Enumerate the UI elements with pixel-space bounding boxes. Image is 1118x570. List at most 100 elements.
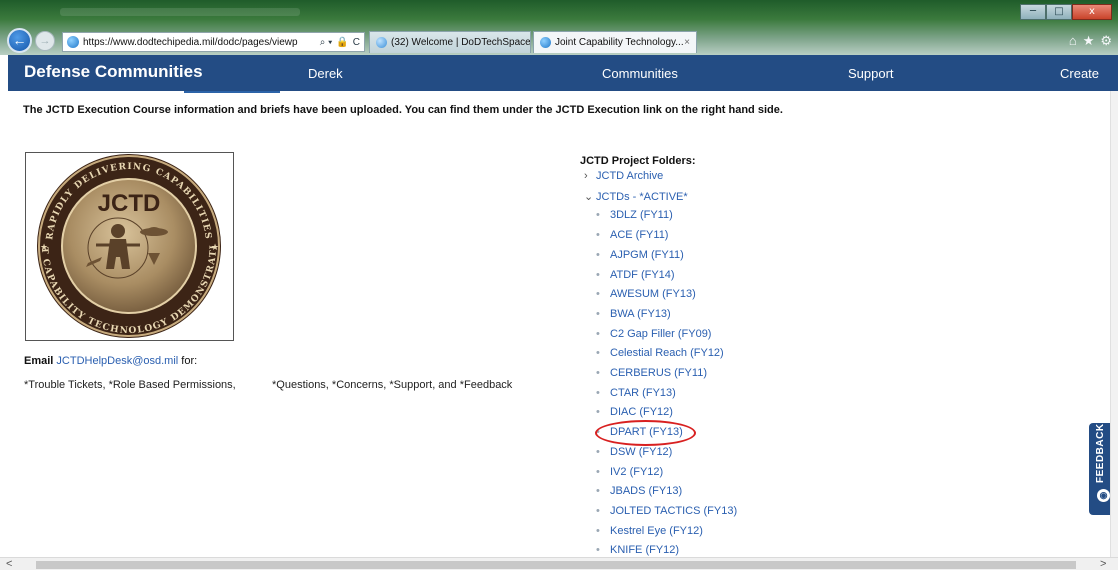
maximize-button[interactable]: □ [1046, 4, 1072, 20]
bullet-icon: • [596, 485, 600, 498]
chevron-right-icon[interactable]: › [584, 170, 596, 182]
contact-reasons-left: *Trouble Tickets, *Role Based Permission… [24, 379, 236, 391]
project-list-item[interactable]: • Celestial Reach (FY12) [596, 347, 724, 359]
project-link[interactable]: IV2 (FY12) [610, 466, 663, 478]
folder-item[interactable]: › JCTD Archive [584, 170, 663, 182]
bullet-icon: • [596, 504, 600, 517]
minimize-button[interactable]: ─ [1020, 4, 1046, 20]
project-list-item[interactable]: • BWA (FY13) [596, 308, 671, 320]
tab-label: (32) Welcome | DoDTechSpace [391, 37, 531, 48]
lock-icon[interactable]: 🔒 [336, 37, 348, 48]
project-list-item[interactable]: • C2 Gap Filler (FY09) [596, 328, 711, 340]
dpart-highlight-circle [595, 420, 696, 446]
site-favicon-icon [67, 36, 79, 48]
tab-joint-capability[interactable]: Joint Capability Technology... × [533, 31, 697, 53]
scroll-right-arrow-icon[interactable]: > [1100, 558, 1106, 570]
project-link[interactable]: BWA (FY13) [610, 308, 671, 320]
close-window-button[interactable]: x [1072, 4, 1112, 20]
project-list-item[interactable]: • ATDF (FY14) [596, 269, 675, 281]
forward-arrow-icon[interactable]: → [35, 31, 55, 51]
close-tab-icon[interactable]: × [684, 37, 690, 48]
project-list-item[interactable]: • AWESUM (FY13) [596, 288, 696, 300]
project-list-item[interactable]: • ACE (FY11) [596, 229, 668, 241]
browser-toolbar-icons: ⌂ ★ ⚙ [1069, 33, 1112, 49]
nav-item-create[interactable]: Create [1060, 66, 1099, 81]
project-list-item[interactable]: • IV2 (FY12) [596, 466, 663, 478]
project-link[interactable]: Kestrel Eye (FY12) [610, 525, 703, 537]
bullet-icon: • [596, 307, 600, 320]
browser-chrome: ─ □ x ← → https://www.dodtechipedia.mil/… [0, 0, 1118, 55]
address-bar[interactable]: https://www.dodtechipedia.mil/dodc/pages… [62, 32, 365, 52]
project-link[interactable]: DIAC (FY12) [610, 406, 673, 418]
jctd-logo-frame: RAPIDLY DELIVERING CAPABILITIES JOINT CA… [25, 152, 234, 341]
scroll-left-arrow-icon[interactable]: < [6, 558, 12, 570]
email-label: Email [24, 355, 54, 367]
scrollbar-thumb[interactable] [36, 561, 1076, 569]
helpdesk-email-link[interactable]: JCTDHelpDesk@osd.mil [56, 355, 178, 367]
bullet-icon: • [596, 268, 600, 281]
site-nav-bar: Defense Communities Derek Communities Su… [8, 55, 1118, 93]
project-link[interactable]: CTAR (FY13) [610, 387, 676, 399]
project-list-item[interactable]: • JBADS (FY13) [596, 485, 682, 497]
project-link[interactable]: 3DLZ (FY11) [610, 209, 673, 221]
nav-item-support[interactable]: Support [848, 66, 894, 81]
nav-underline [184, 91, 280, 93]
home-icon[interactable]: ⌂ [1069, 33, 1077, 49]
project-list-item[interactable]: • DIAC (FY12) [596, 406, 673, 418]
horizontal-scrollbar[interactable]: < > [0, 557, 1118, 570]
feedback-label: FEEDBACK [1095, 423, 1106, 483]
svg-text:JCTD: JCTD [98, 190, 161, 217]
tab-dodtechspace[interactable]: (32) Welcome | DoDTechSpace [369, 31, 531, 53]
project-link[interactable]: JBADS (FY13) [610, 485, 682, 497]
url-text: https://www.dodtechipedia.mil/dodc/pages… [83, 36, 298, 48]
refresh-icon[interactable]: C [353, 37, 360, 48]
project-link[interactable]: AJPGM (FY11) [610, 249, 684, 261]
project-list-item[interactable]: • Kestrel Eye (FY12) [596, 525, 703, 537]
bullet-icon: • [596, 544, 600, 557]
tab-favicon-icon [376, 37, 387, 48]
project-link[interactable]: KNIFE (FY12) [610, 544, 679, 556]
bullet-icon: • [596, 465, 600, 478]
project-link[interactable]: Celestial Reach (FY12) [610, 347, 724, 359]
contact-email-line: Email JCTDHelpDesk@osd.mil for: [24, 355, 197, 367]
folder-link[interactable]: JCTDs - *ACTIVE* [596, 191, 688, 203]
chevron-down-icon[interactable]: ⌄ [584, 190, 596, 203]
bullet-icon: • [596, 406, 600, 419]
project-link[interactable]: DSW (FY12) [610, 446, 672, 458]
project-link[interactable]: ATDF (FY14) [610, 269, 675, 281]
project-link[interactable]: JOLTED TACTICS (FY13) [610, 505, 737, 517]
favorites-star-icon[interactable]: ★ [1083, 33, 1095, 49]
bullet-icon: • [596, 367, 600, 379]
bullet-icon: • [596, 524, 600, 537]
project-list-item[interactable]: • DSW (FY12) [596, 446, 672, 458]
project-link[interactable]: C2 Gap Filler (FY09) [610, 328, 711, 340]
project-link[interactable]: ACE (FY11) [610, 229, 668, 241]
project-list-item[interactable]: • CTAR (FY13) [596, 387, 676, 399]
project-list-item[interactable]: • 3DLZ (FY11) [596, 209, 673, 221]
vertical-scrollbar[interactable] [1110, 91, 1118, 557]
folder-item[interactable]: ⌄ JCTDs - *ACTIVE* [584, 190, 688, 203]
tab-label: Joint Capability Technology... [555, 37, 684, 48]
project-list-item[interactable]: • KNIFE (FY12) [596, 544, 679, 556]
project-list-item[interactable]: • CERBERUS (FY11) [596, 367, 707, 379]
svg-text:★: ★ [40, 242, 48, 252]
svg-text:★: ★ [211, 242, 219, 252]
nav-item-communities[interactable]: Communities [602, 66, 678, 81]
project-list-item[interactable]: • JOLTED TACTICS (FY13) [596, 505, 737, 517]
project-link[interactable]: CERBERUS (FY11) [610, 367, 707, 379]
settings-gear-icon[interactable]: ⚙ [1100, 33, 1112, 49]
bullet-icon: • [596, 386, 600, 399]
jctd-seal-logo: RAPIDLY DELIVERING CAPABILITIES JOINT CA… [26, 153, 221, 338]
back-arrow-icon[interactable]: ← [7, 28, 32, 53]
bullet-icon: • [596, 248, 600, 261]
site-brand[interactable]: Defense Communities [24, 62, 203, 82]
bullet-icon: • [596, 445, 600, 458]
project-folders-title: JCTD Project Folders: [580, 155, 696, 167]
search-dropdown-icon[interactable]: ⌕ ▾ [320, 37, 333, 48]
tab-favicon-icon [540, 37, 551, 48]
project-list-item[interactable]: • AJPGM (FY11) [596, 249, 684, 261]
bullet-icon: • [596, 347, 600, 360]
folder-link[interactable]: JCTD Archive [596, 170, 663, 182]
nav-item-derek[interactable]: Derek [308, 66, 343, 81]
project-link[interactable]: AWESUM (FY13) [610, 288, 696, 300]
